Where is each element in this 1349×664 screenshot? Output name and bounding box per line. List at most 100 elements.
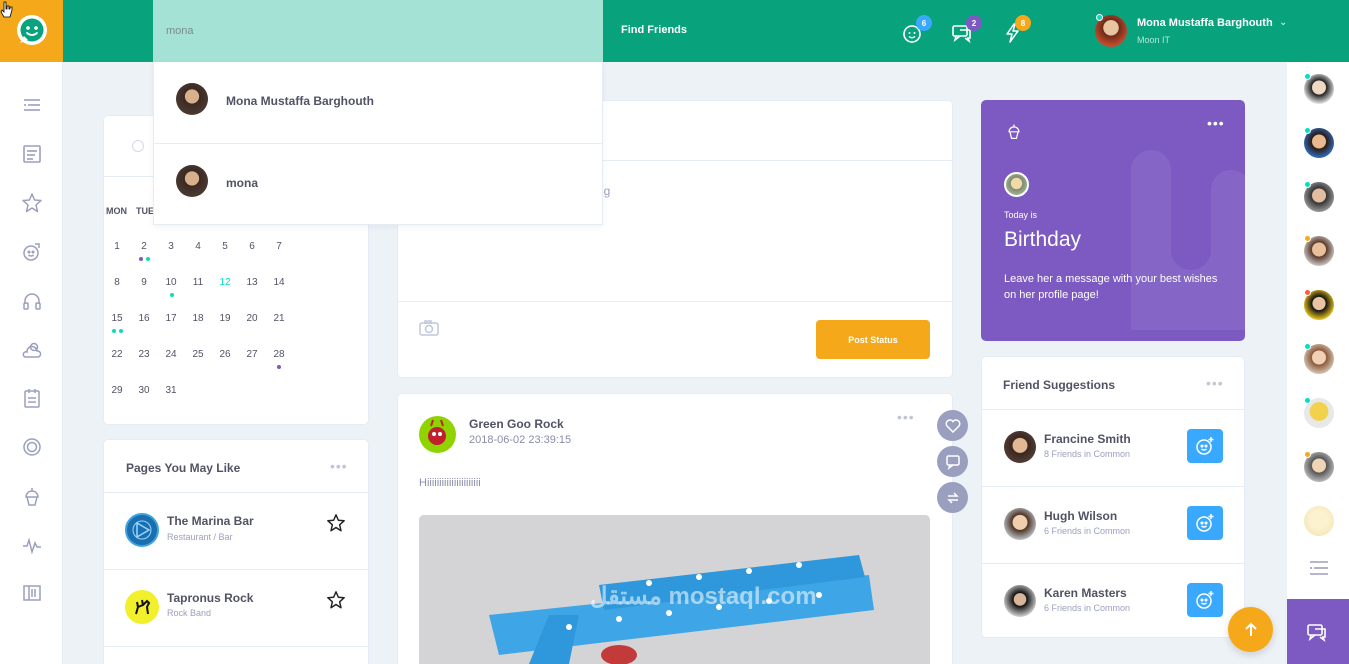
calendar-icon[interactable] <box>21 387 43 409</box>
add-favorite-star-icon[interactable] <box>326 513 346 538</box>
away-status-dot <box>1304 235 1311 242</box>
calendar-day[interactable]: 23 <box>134 349 154 360</box>
suggestion-mutual: 6 Friends in Common <box>1044 603 1131 613</box>
info-icon[interactable] <box>132 140 144 152</box>
calendar-day[interactable]: 14 <box>269 277 289 288</box>
calendar-day[interactable]: 29 <box>107 385 127 396</box>
cupcake-icon <box>1008 124 1020 139</box>
suggestion-avatar[interactable] <box>1004 508 1036 540</box>
calendar-day[interactable]: 21 <box>269 313 289 324</box>
suggestion-avatar[interactable] <box>1004 431 1036 463</box>
calendar-day-today[interactable]: 12 <box>215 277 235 288</box>
page-avatar-tapronus[interactable] <box>125 590 159 624</box>
comment-icon[interactable] <box>937 446 968 477</box>
page-category: Restaurant / Bar <box>167 532 233 542</box>
calendar-day[interactable]: 18 <box>188 313 208 324</box>
friends-menu-icon[interactable] <box>1308 559 1330 582</box>
stats-icon[interactable] <box>21 534 43 556</box>
pages-widget-title: Pages You May Like <box>126 461 241 475</box>
calendar-day[interactable]: 28 <box>269 349 289 360</box>
headphones-icon[interactable] <box>21 290 43 312</box>
calendar-day[interactable]: 24 <box>161 349 181 360</box>
friend-suggestion-item: Francine Smith 8 Friends in Common <box>982 409 1244 486</box>
find-friends-link[interactable]: Find Friends <box>621 24 687 36</box>
calendar-day[interactable]: 7 <box>269 241 289 252</box>
birthday-options-icon[interactable]: ••• <box>1207 115 1225 131</box>
calendar-day[interactable]: 27 <box>242 349 262 360</box>
calendar-day[interactable]: 17 <box>161 313 181 324</box>
add-friend-button[interactable] <box>1187 583 1223 617</box>
calendar-day[interactable]: 11 <box>188 277 208 288</box>
calendar-day[interactable]: 19 <box>215 313 235 324</box>
page-name[interactable]: Tapronus Rock <box>167 591 253 605</box>
post-options-icon[interactable]: ••• <box>897 409 915 425</box>
add-favorite-star-icon[interactable] <box>326 590 346 615</box>
menu-icon[interactable] <box>21 94 43 116</box>
search-bar[interactable] <box>153 0 603 62</box>
search-result-name[interactable]: mona <box>226 176 258 190</box>
calendar-day[interactable]: 4 <box>188 241 208 252</box>
calendar-day[interactable]: 26 <box>215 349 235 360</box>
post-timestamp: 2018-06-02 23:39:15 <box>469 434 572 446</box>
friend-groups-icon[interactable] <box>21 241 43 263</box>
page-avatar-marina[interactable] <box>125 513 159 547</box>
camera-icon[interactable] <box>419 320 439 341</box>
search-result-item[interactable]: Mona Mustaffa Barghouth <box>154 62 602 143</box>
calendar-day[interactable]: 3 <box>161 241 181 252</box>
post-author-name[interactable]: Green Goo Rock <box>469 417 564 431</box>
calendar-day[interactable]: 6 <box>242 241 262 252</box>
add-friend-icon <box>1196 514 1214 532</box>
calendar-day[interactable]: 31 <box>161 385 181 396</box>
share-icon[interactable] <box>937 482 968 513</box>
search-result-name[interactable]: Mona Mustaffa Barghouth <box>226 94 374 108</box>
suggestion-name[interactable]: Karen Masters <box>1044 586 1127 600</box>
calendar-day[interactable]: 16 <box>134 313 154 324</box>
add-friend-button[interactable] <box>1187 506 1223 540</box>
calendar-day[interactable]: 15 <box>107 313 127 324</box>
weekday-tue: TUE <box>136 206 154 216</box>
suggestion-name[interactable]: Francine Smith <box>1044 432 1131 446</box>
busy-status-dot <box>1304 289 1311 296</box>
calendar-day[interactable]: 5 <box>215 241 235 252</box>
back-to-top-button[interactable] <box>1228 607 1273 652</box>
logo-icon <box>16 15 47 45</box>
calendar-day[interactable]: 1 <box>107 241 127 252</box>
calendar-day[interactable]: 10 <box>161 277 181 288</box>
calendar-day[interactable]: 9 <box>134 277 154 288</box>
post-author-avatar[interactable] <box>419 416 456 453</box>
star-icon[interactable] <box>21 192 43 214</box>
calendar-day[interactable]: 30 <box>134 385 154 396</box>
calendar-day[interactable]: 13 <box>242 277 262 288</box>
event-dot <box>119 329 123 333</box>
today-is-label: Today is <box>1004 210 1038 220</box>
like-heart-icon[interactable] <box>937 410 968 441</box>
more-options-icon[interactable]: ••• <box>330 458 348 474</box>
chevron-down-icon[interactable]: ⌄ <box>1279 17 1287 28</box>
suggestion-mutual: 6 Friends in Common <box>1044 526 1131 536</box>
calendar-day[interactable]: 25 <box>188 349 208 360</box>
calendar-day[interactable]: 20 <box>242 313 262 324</box>
post-status-button[interactable]: Post Status <box>816 320 930 359</box>
search-result-item[interactable]: mona <box>154 144 602 225</box>
suggestion-name[interactable]: Hugh Wilson <box>1044 509 1117 523</box>
calendar-day[interactable]: 22 <box>107 349 127 360</box>
add-friend-button[interactable] <box>1187 429 1223 463</box>
newsfeed-icon[interactable] <box>21 143 43 165</box>
open-chat-button[interactable] <box>1287 599 1349 664</box>
add-friend-icon <box>1196 591 1214 609</box>
calendar-day[interactable]: 8 <box>107 277 127 288</box>
user-subtitle: Moon IT <box>1137 35 1171 45</box>
badges-icon[interactable] <box>21 436 43 458</box>
more-options-icon[interactable]: ••• <box>1206 375 1224 391</box>
manage-widgets-icon[interactable] <box>21 582 43 604</box>
page-name[interactable]: The Marina Bar <box>167 514 254 528</box>
add-friend-icon <box>1196 437 1214 455</box>
search-input[interactable] <box>166 22 566 40</box>
calendar-day[interactable]: 2 <box>134 241 154 252</box>
weather-icon[interactable] <box>21 339 43 361</box>
birthday-friend-avatar[interactable] <box>1004 172 1029 197</box>
cupcake-icon[interactable] <box>21 485 43 507</box>
suggestion-avatar[interactable] <box>1004 585 1036 617</box>
user-name[interactable]: Mona Mustaffa Barghouth <box>1137 17 1273 29</box>
friend-avatar[interactable] <box>1304 506 1334 536</box>
